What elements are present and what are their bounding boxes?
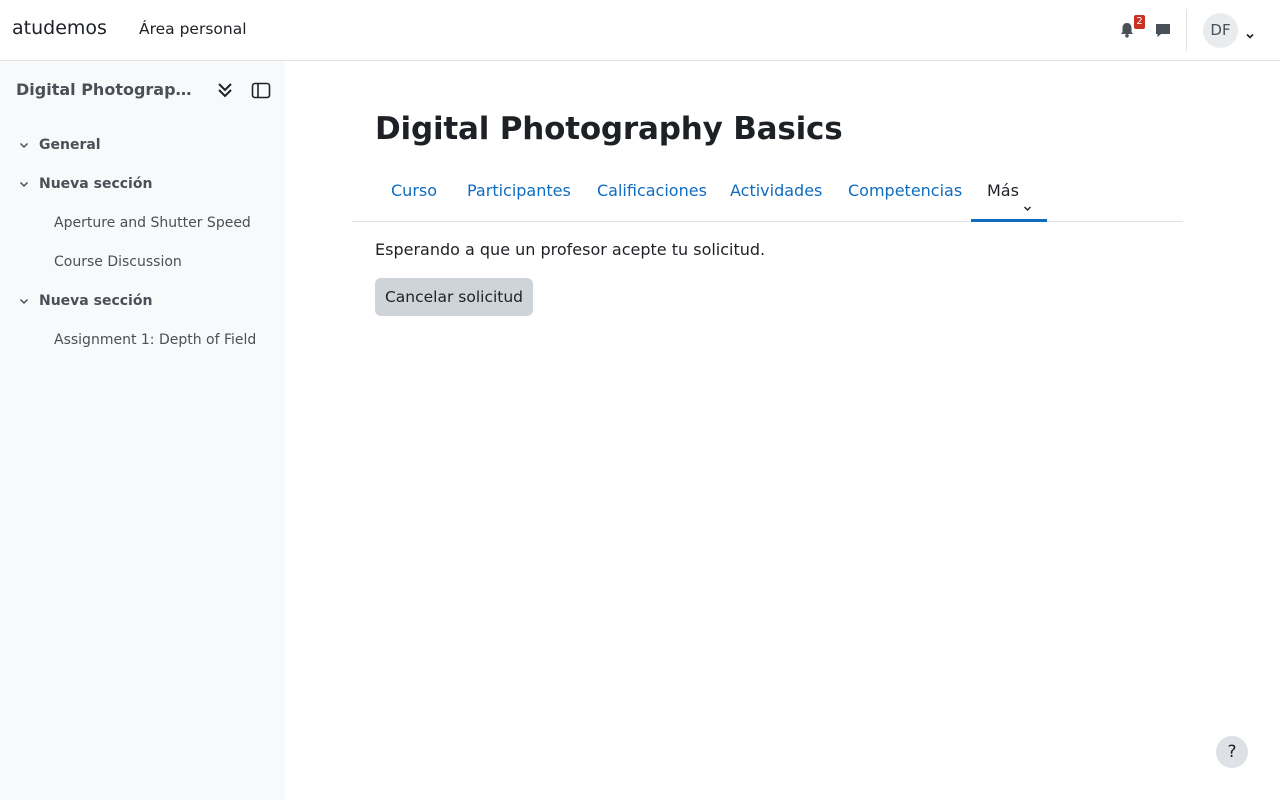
chevron-down-icon bbox=[1023, 187, 1032, 211]
tab-calificaciones[interactable]: Calificaciones bbox=[581, 170, 723, 222]
chat-bubble-icon[interactable] bbox=[1153, 20, 1173, 40]
tab-curso[interactable]: Curso bbox=[375, 170, 453, 222]
page-title: Digital Photography Basics bbox=[375, 111, 843, 147]
section-label: General bbox=[39, 137, 101, 153]
notifications-count-badge: 2 bbox=[1134, 15, 1145, 29]
navbar-divider bbox=[1186, 9, 1187, 51]
tab-competencias[interactable]: Competencias bbox=[832, 170, 978, 222]
section-nueva-1[interactable]: Nueva sección bbox=[18, 176, 152, 192]
course-secondary-nav: Curso Participantes Calificaciones Activ… bbox=[352, 170, 1183, 222]
nav-home-link[interactable]: Área personal bbox=[139, 20, 247, 38]
drawer-course-title[interactable]: Digital Photography Basics bbox=[16, 80, 200, 99]
chevron-down-icon[interactable] bbox=[18, 295, 30, 307]
tab-more[interactable]: Más bbox=[971, 170, 1047, 222]
chevron-down-icon[interactable] bbox=[18, 139, 30, 151]
activity-link[interactable]: Aperture and Shutter Speed bbox=[54, 215, 251, 231]
chevron-down-icon[interactable] bbox=[1245, 26, 1255, 39]
cancel-request-button[interactable]: Cancelar solicitud bbox=[375, 278, 533, 316]
section-nueva-2[interactable]: Nueva sección bbox=[18, 293, 152, 309]
course-index-drawer: Digital Photography Basics General Nueva… bbox=[0, 61, 285, 800]
tab-participantes[interactable]: Participantes bbox=[451, 170, 587, 222]
help-button[interactable]: ? bbox=[1216, 736, 1248, 768]
activity-link[interactable]: Assignment 1: Depth of Field bbox=[54, 332, 256, 348]
sidebar-panel-icon[interactable] bbox=[251, 82, 271, 99]
tab-more-label: Más bbox=[987, 181, 1019, 200]
top-navbar: atudemos Área personal 2 DF bbox=[0, 0, 1280, 61]
section-label: Nueva sección bbox=[39, 293, 153, 309]
chevron-down-icon[interactable] bbox=[18, 178, 30, 190]
user-avatar[interactable]: DF bbox=[1203, 13, 1238, 48]
tab-actividades[interactable]: Actividades bbox=[714, 170, 838, 222]
activity-link[interactable]: Course Discussion bbox=[54, 254, 182, 270]
section-label: Nueva sección bbox=[39, 176, 153, 192]
enrolment-pending-message: Esperando a que un profesor acepte tu so… bbox=[375, 240, 766, 259]
section-general[interactable]: General bbox=[18, 137, 101, 153]
double-chevron-down-icon[interactable] bbox=[216, 80, 234, 100]
site-brand[interactable]: atudemos bbox=[12, 17, 107, 39]
